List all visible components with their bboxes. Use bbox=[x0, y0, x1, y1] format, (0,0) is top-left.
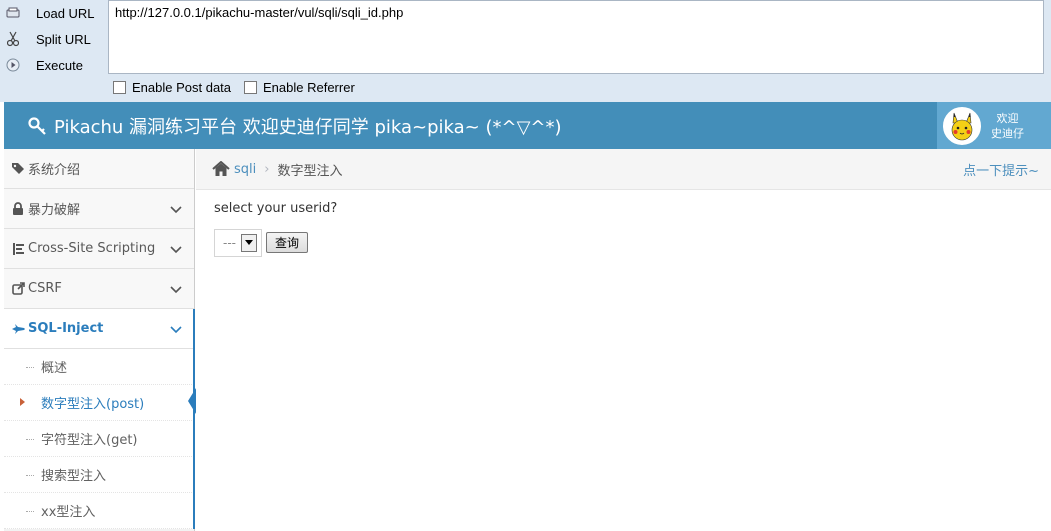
sidebar-item-label: Cross-Site Scripting bbox=[28, 241, 156, 256]
userid-prompt: select your userid? bbox=[214, 201, 338, 216]
site-title[interactable]: Pikachu 漏洞练习平台 欢迎史迪仔同学 pika~pika~ (*^▽^*… bbox=[28, 113, 562, 139]
chevron-right-icon: › bbox=[264, 161, 270, 177]
load-url-label: Load URL bbox=[36, 5, 95, 21]
fighter-jet-icon bbox=[10, 323, 26, 334]
enable-referrer-label: Enable Referrer bbox=[263, 80, 355, 95]
sidebar: 系统介绍 暴力破解 Cross-Site Scripting CSRF SQL-… bbox=[4, 149, 196, 531]
submenu-item-xx[interactable]: xx型注入 bbox=[4, 493, 194, 529]
home-icon[interactable] bbox=[212, 161, 230, 177]
breadcrumb: sqli › 数字型注入 点一下提示~ bbox=[196, 149, 1051, 190]
userid-select[interactable]: --- bbox=[214, 229, 262, 257]
chevron-down-icon bbox=[170, 323, 182, 338]
submenu-item-overview[interactable]: 概述 bbox=[4, 349, 194, 385]
submenu-item-string-get[interactable]: 字符型注入(get) bbox=[4, 421, 194, 457]
avatar bbox=[943, 106, 981, 145]
split-url-button[interactable]: Split URL bbox=[4, 27, 104, 51]
submenu-item-numeric-post[interactable]: 数字型注入(post) bbox=[4, 385, 196, 421]
key-icon bbox=[28, 116, 48, 136]
chevron-down-icon bbox=[170, 243, 182, 258]
caret-right-icon bbox=[20, 398, 25, 406]
sidebar-item-xss[interactable]: Cross-Site Scripting bbox=[4, 229, 194, 269]
site-title-text: Pikachu 漏洞练习平台 欢迎史迪仔同学 pika~pika~ (*^▽^*… bbox=[54, 116, 562, 138]
sql-inject-submenu: 概述 数字型注入(post) 字符型注入(get) 搜索型注入 xx型注入 bbox=[4, 349, 196, 529]
dropdown-arrow-icon[interactable] bbox=[241, 234, 257, 252]
submenu-item-search[interactable]: 搜索型注入 bbox=[4, 457, 194, 493]
active-pointer bbox=[188, 388, 196, 414]
tags-icon bbox=[10, 162, 26, 175]
enable-post-label: Enable Post data bbox=[132, 80, 232, 95]
split-url-label: Split URL bbox=[36, 31, 91, 47]
query-button[interactable]: 查询 bbox=[266, 232, 308, 253]
sidebar-item-intro[interactable]: 系统介绍 bbox=[4, 149, 194, 189]
sidebar-item-label: SQL-Inject bbox=[28, 321, 104, 336]
execute-label: Execute bbox=[36, 57, 83, 73]
load-url-button[interactable]: Load URL bbox=[4, 1, 104, 25]
submenu-item-label: 字符型注入(get) bbox=[41, 433, 138, 448]
chevron-down-icon bbox=[170, 203, 182, 218]
welcome-line: 欢迎 bbox=[996, 111, 1019, 125]
checkbox-box[interactable] bbox=[113, 81, 126, 94]
sidebar-item-brute-force[interactable]: 暴力破解 bbox=[4, 189, 194, 229]
enable-post-checkbox[interactable]: Enable Post data bbox=[113, 80, 231, 95]
hackbar-toolbar: Load URL Split URL Execute http://127.0.… bbox=[0, 0, 1051, 102]
enable-referrer-checkbox[interactable]: Enable Referrer bbox=[244, 80, 355, 95]
submenu-item-label: xx型注入 bbox=[41, 505, 96, 520]
submenu-item-label: 数字型注入(post) bbox=[41, 397, 145, 412]
submenu-item-label: 概述 bbox=[41, 361, 68, 376]
share-icon bbox=[10, 282, 26, 295]
sidebar-item-sql-inject[interactable]: SQL-Inject bbox=[4, 309, 195, 349]
username: 史迪仔 bbox=[991, 126, 1024, 140]
user-menu[interactable]: 欢迎 史迪仔 bbox=[937, 102, 1051, 149]
sidebar-item-label: CSRF bbox=[28, 281, 62, 296]
breadcrumb-link-sqli[interactable]: sqli bbox=[234, 162, 256, 177]
scissors-icon bbox=[4, 30, 22, 48]
lock-icon bbox=[10, 201, 26, 216]
select-value: --- bbox=[223, 236, 236, 250]
sidebar-item-csrf[interactable]: CSRF bbox=[4, 269, 194, 309]
load-url-icon bbox=[4, 4, 22, 22]
sidebar-item-label: 系统介绍 bbox=[28, 163, 81, 178]
list-icon bbox=[10, 242, 26, 255]
play-icon bbox=[4, 56, 22, 74]
breadcrumb-current: 数字型注入 bbox=[277, 163, 343, 179]
checkbox-box[interactable] bbox=[244, 81, 257, 94]
submenu-item-label: 搜索型注入 bbox=[41, 469, 107, 484]
execute-button[interactable]: Execute bbox=[4, 53, 104, 77]
site-header: Pikachu 漏洞练习平台 欢迎史迪仔同学 pika~pika~ (*^▽^*… bbox=[4, 102, 1051, 149]
hint-link[interactable]: 点一下提示~ bbox=[963, 160, 1039, 179]
welcome-text: 欢迎 史迪仔 bbox=[991, 111, 1024, 141]
url-input[interactable]: http://127.0.0.1/pikachu-master/vul/sqli… bbox=[108, 0, 1044, 74]
chevron-down-icon bbox=[170, 283, 182, 298]
sidebar-item-label: 暴力破解 bbox=[28, 203, 81, 218]
